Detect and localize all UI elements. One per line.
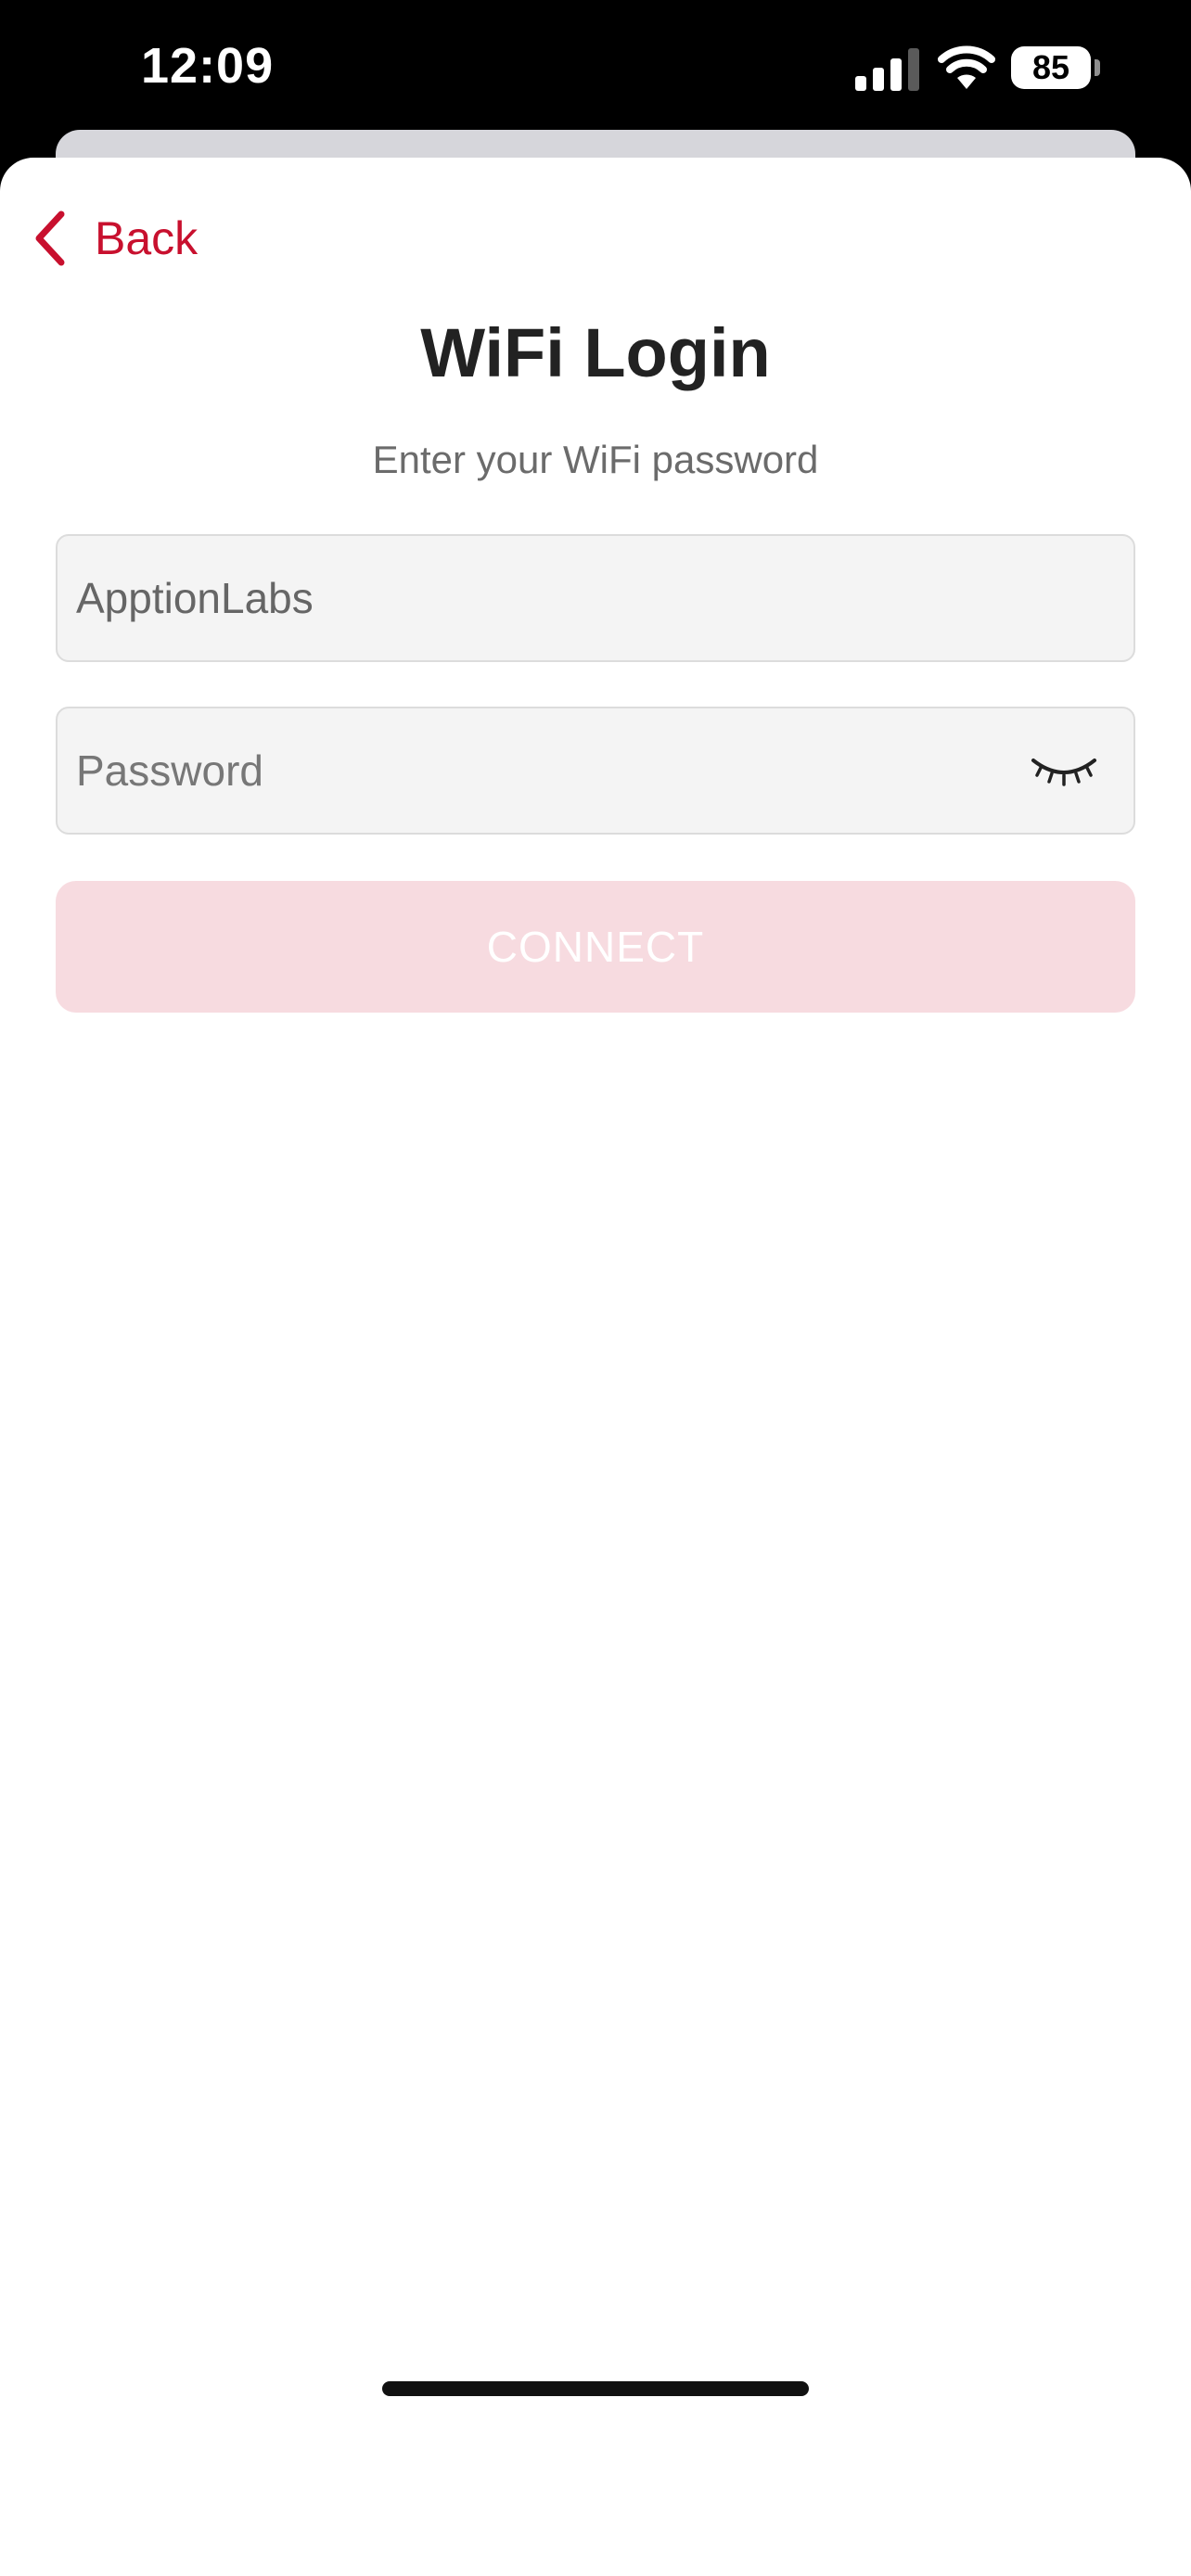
battery-icon: 85 [1011,46,1100,91]
ssid-input[interactable] [76,536,1004,660]
eye-closed-icon[interactable] [1030,747,1098,794]
page-subtitle: Enter your WiFi password [372,438,819,481]
battery-cap [1095,59,1100,76]
password-input[interactable] [76,708,1004,833]
password-field[interactable] [56,707,1135,835]
wifi-login-sheet: Back WiFi Login Enter your WiFi password… [0,158,1191,2576]
home-indicator[interactable] [382,2381,809,2396]
chevron-left-icon [35,210,65,266]
battery-level: 85 [1011,46,1091,89]
signal-icon [855,48,919,91]
ssid-field[interactable] [56,534,1135,662]
status-bar: 12:09 85 [0,0,1191,130]
page-title: WiFi Login [420,314,771,391]
status-time: 12:09 [141,38,275,94]
wifi-icon [938,45,995,89]
back-label: Back [95,212,198,264]
connect-button[interactable]: CONNECT [56,881,1135,1013]
back-button[interactable]: Back [33,206,198,271]
